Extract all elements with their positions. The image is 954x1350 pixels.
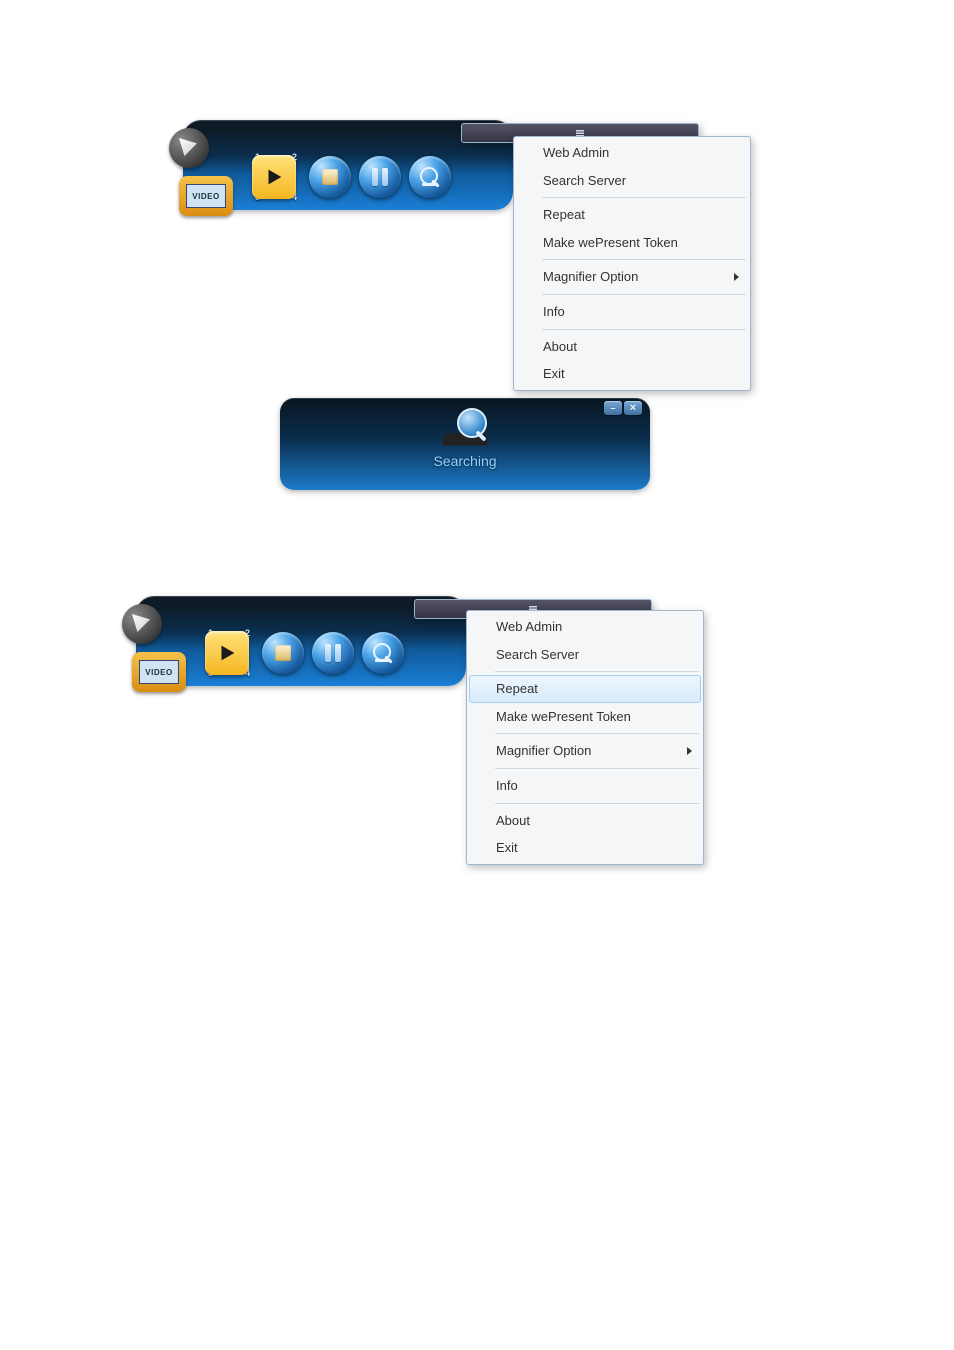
menu-item-label: Info xyxy=(496,778,518,793)
menu-item-repeat[interactable]: Repeat xyxy=(469,675,701,703)
control-bar-2: VIDEO 1 2 3 4 xyxy=(136,596,466,686)
menu-separator xyxy=(542,197,746,198)
menu-separator xyxy=(495,733,699,734)
menu-item-web-admin[interactable]: Web Admin xyxy=(516,139,748,167)
menu-item-label: Web Admin xyxy=(543,145,609,160)
menu-separator xyxy=(542,259,746,260)
video-tab-label: VIDEO xyxy=(186,184,226,208)
menu-item-label: Search Server xyxy=(543,173,626,188)
window-controls-2 xyxy=(414,599,458,613)
menu-item-about[interactable]: About xyxy=(469,807,701,835)
menu-separator xyxy=(542,329,746,330)
pause-button[interactable] xyxy=(312,632,354,674)
context-menu-2: Web Admin Search Server Repeat Make wePr… xyxy=(466,610,704,865)
stop-button[interactable] xyxy=(309,156,351,198)
menu-separator xyxy=(495,803,699,804)
menu-item-web-admin[interactable]: Web Admin xyxy=(469,613,701,641)
app-corner-icon xyxy=(122,604,162,644)
magnifier-icon xyxy=(373,643,393,663)
menu-item-label: Info xyxy=(543,304,565,319)
menu-item-info[interactable]: Info xyxy=(469,772,701,800)
menu-item-label: Web Admin xyxy=(496,619,562,634)
stop-icon xyxy=(275,645,291,661)
search-router-icon xyxy=(437,408,493,446)
video-tab[interactable]: VIDEO xyxy=(179,176,233,216)
play-icon xyxy=(252,155,296,199)
menu-item-repeat[interactable]: Repeat xyxy=(516,201,748,229)
menu-item-label: About xyxy=(543,339,577,354)
menu-item-make-token[interactable]: Make wePresent Token xyxy=(516,229,748,257)
menu-item-about[interactable]: About xyxy=(516,333,748,361)
video-tab-label: VIDEO xyxy=(139,660,179,684)
submenu-arrow-icon xyxy=(734,273,739,281)
magnifier-icon xyxy=(420,167,440,187)
menu-separator xyxy=(542,294,746,295)
stop-button[interactable] xyxy=(262,632,304,674)
menu-item-label: Exit xyxy=(496,840,518,855)
submenu-arrow-icon xyxy=(687,747,692,755)
app-corner-icon xyxy=(169,128,209,168)
searching-window: Searching xyxy=(280,398,650,490)
menu-item-exit[interactable]: Exit xyxy=(516,360,748,388)
playback-controls-1: 1 2 3 4 xyxy=(247,150,451,204)
playback-controls-2: 1 2 3 4 xyxy=(200,626,404,680)
menu-item-label: Magnifier Option xyxy=(543,269,638,284)
menu-item-make-token[interactable]: Make wePresent Token xyxy=(469,703,701,731)
menu-item-label: Magnifier Option xyxy=(496,743,591,758)
menu-item-info[interactable]: Info xyxy=(516,298,748,326)
play-button[interactable]: 1 2 3 4 xyxy=(247,150,301,204)
searching-label: Searching xyxy=(280,453,650,469)
menu-item-label: Search Server xyxy=(496,647,579,662)
menu-separator xyxy=(495,671,699,672)
video-tab[interactable]: VIDEO xyxy=(132,652,186,692)
menu-item-search-server[interactable]: Search Server xyxy=(469,641,701,669)
magnifier-button[interactable] xyxy=(362,632,404,674)
window-controls-1 xyxy=(461,123,505,137)
play-button[interactable]: 1 2 3 4 xyxy=(200,626,254,680)
menu-item-label: Exit xyxy=(543,366,565,381)
menu-item-label: Make wePresent Token xyxy=(496,709,631,724)
menu-item-label: Repeat xyxy=(496,681,538,696)
menu-item-label: Repeat xyxy=(543,207,585,222)
menu-item-exit[interactable]: Exit xyxy=(469,834,701,862)
play-icon xyxy=(205,631,249,675)
magnifier-button[interactable] xyxy=(409,156,451,198)
pause-icon xyxy=(372,168,388,186)
menu-separator xyxy=(495,768,699,769)
menu-item-magnifier-option[interactable]: Magnifier Option xyxy=(516,263,748,291)
stop-icon xyxy=(322,169,338,185)
menu-item-label: Make wePresent Token xyxy=(543,235,678,250)
pause-button[interactable] xyxy=(359,156,401,198)
context-menu-1: Web Admin Search Server Repeat Make wePr… xyxy=(513,136,751,391)
control-bar-1: VIDEO 1 2 3 4 xyxy=(183,120,513,210)
menu-item-magnifier-option[interactable]: Magnifier Option xyxy=(469,737,701,765)
menu-item-search-server[interactable]: Search Server xyxy=(516,167,748,195)
pause-icon xyxy=(325,644,341,662)
menu-item-label: About xyxy=(496,813,530,828)
